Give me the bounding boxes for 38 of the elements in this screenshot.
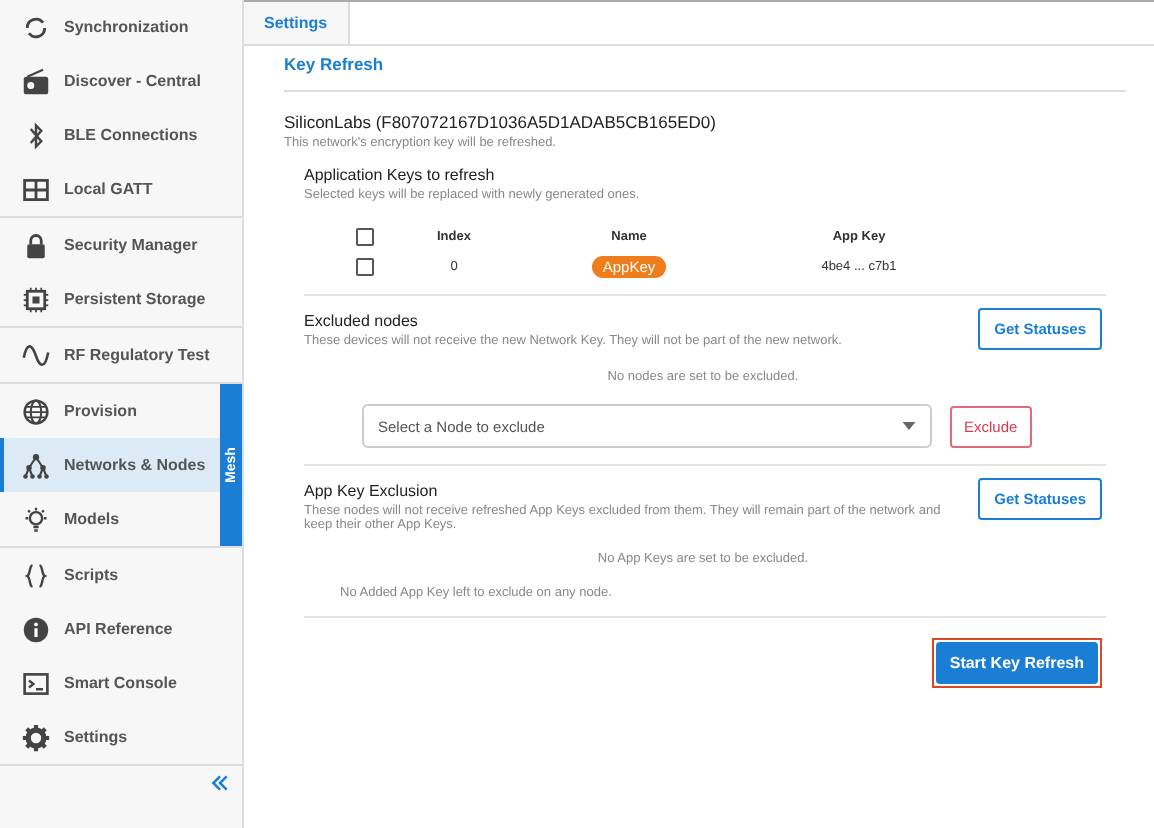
chip-icon (22, 285, 50, 313)
network-name: SiliconLabs (F807072167D1036A5D1ADAB5CB165ED0) (284, 112, 718, 132)
sidebar-item[interactable]: Discover - Central (0, 54, 242, 108)
lock-icon (22, 231, 50, 259)
sync-icon (22, 13, 50, 41)
network-icon (22, 451, 50, 479)
row-checkbox[interactable] (356, 258, 374, 276)
sidebar-item[interactable]: Smart Console (0, 656, 242, 710)
excluded-nodes-title: Excluded nodes (304, 312, 420, 330)
start-key-refresh-button[interactable]: Start Key Refresh (935, 642, 1098, 684)
collapse-icon[interactable] (210, 774, 230, 792)
settings-tab[interactable]: Settings (244, 2, 350, 44)
sidebar-item[interactable]: Persistent Storage (0, 272, 242, 326)
app-keys-title: Application Keys to refresh (304, 166, 497, 184)
sidebar-item[interactable]: Local GATT (0, 162, 242, 216)
sidebar-item[interactable]: Models (0, 492, 220, 546)
radio-icon (22, 67, 50, 95)
dropdown-caret-icon (902, 422, 916, 430)
sidebar-item[interactable]: Settings (0, 710, 242, 764)
section-title: Key Refresh (284, 54, 1126, 92)
gear-icon (22, 723, 50, 751)
grid-icon (22, 175, 50, 203)
sidebar-item[interactable]: Scripts (0, 548, 242, 602)
sidebar-item[interactable]: Security Manager (0, 218, 242, 272)
info-icon (22, 615, 50, 643)
sidebar-item[interactable]: Provision (0, 384, 220, 438)
sidebar-item[interactable]: BLE Connections (0, 108, 242, 162)
sidebar-item[interactable]: Networks & Nodes (0, 438, 220, 492)
wave-icon (22, 341, 50, 369)
sidebar-item[interactable]: Synchronization (0, 0, 242, 54)
terminal-icon (22, 669, 50, 697)
sidebar-item[interactable]: API Reference (0, 602, 242, 656)
app-key-exclusion-title: App Key Exclusion (304, 482, 440, 500)
braces-icon (22, 561, 50, 589)
lightbulb-icon (22, 505, 50, 533)
globe-icon (22, 397, 50, 425)
select-all-checkbox[interactable] (356, 228, 374, 246)
sidebar-item[interactable]: RF Regulatory Test (0, 328, 242, 382)
